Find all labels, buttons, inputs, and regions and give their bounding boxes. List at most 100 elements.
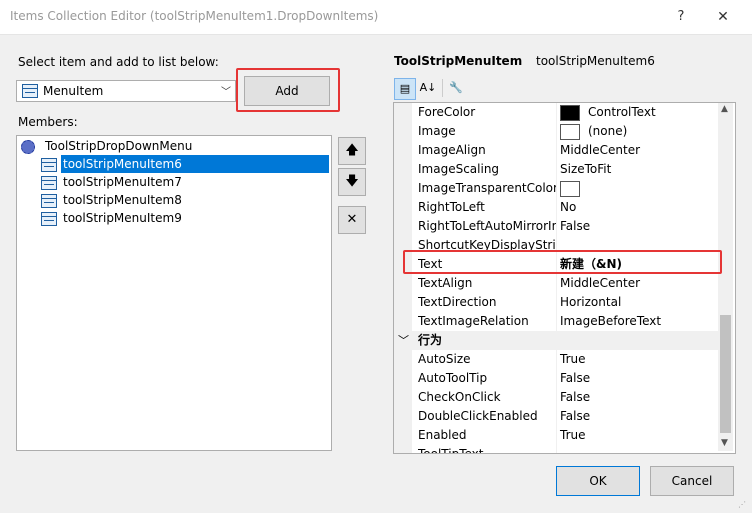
property-row[interactable]: ForeColor ControlText	[394, 103, 720, 122]
property-row[interactable]: AutoToolTip False	[394, 369, 720, 388]
arrow-down-icon: 🡇	[345, 174, 359, 189]
property-value[interactable]: True	[560, 350, 586, 369]
property-value[interactable]: ControlText	[560, 103, 656, 122]
tree-item-3[interactable]: toolStripMenuItem9	[61, 209, 329, 227]
categorized-button[interactable]: ▤	[394, 78, 416, 100]
property-row[interactable]: Image (none)	[394, 122, 720, 141]
property-name: TextDirection	[418, 293, 557, 312]
help-button[interactable]: ?	[670, 6, 692, 28]
select-item-label: Select item and add to list below:	[18, 55, 219, 69]
color-swatch	[560, 104, 580, 121]
add-highlight-box	[236, 68, 340, 112]
tree-item-1[interactable]: toolStripMenuItem7	[61, 173, 329, 191]
scroll-down-icon[interactable]: ▼	[721, 438, 728, 448]
property-name: RightToLeftAutoMirrorImage	[418, 217, 557, 236]
property-name: ToolTipText	[418, 445, 557, 453]
property-row[interactable]: ImageAlign MiddleCenter	[394, 141, 720, 160]
category-name: 行为	[418, 331, 556, 350]
image-swatch	[560, 123, 580, 140]
toolbar-divider	[442, 79, 443, 97]
cancel-button[interactable]: Cancel	[650, 466, 734, 496]
property-value-text: ControlText	[588, 105, 656, 119]
text-row-highlight-box	[403, 250, 722, 274]
gear-icon	[21, 140, 35, 154]
tree-item-label: toolStripMenuItem6	[63, 157, 182, 171]
tree-root[interactable]: ToolStripDropDownMenu	[17, 137, 329, 155]
close-button[interactable]: ✕	[712, 6, 734, 28]
move-up-button[interactable]: 🡅	[338, 137, 366, 165]
property-value[interactable]: False	[560, 388, 590, 407]
chevron-down-icon[interactable]: ﹀	[398, 332, 409, 348]
property-value[interactable]: SizeToFit	[560, 160, 611, 179]
members-label: Members:	[18, 115, 78, 129]
property-name: RightToLeft	[418, 198, 557, 217]
property-value[interactable]: (none)	[560, 122, 627, 141]
property-value[interactable]: No	[560, 198, 576, 217]
property-value[interactable]: False	[560, 369, 590, 388]
property-row[interactable]: ToolTipText	[394, 445, 720, 453]
property-name: Image	[418, 122, 557, 141]
wrench-icon: 🔧	[449, 81, 463, 94]
color-swatch	[560, 180, 580, 197]
scrollbar-thumb[interactable]	[720, 315, 731, 433]
item-type-combo[interactable]: MenuItem ﹀	[16, 80, 236, 102]
delete-button[interactable]: ✕	[338, 206, 366, 234]
property-row[interactable]: AutoSize True	[394, 350, 720, 369]
property-value[interactable]: True	[560, 426, 586, 445]
chevron-down-icon: ﹀	[221, 87, 231, 98]
property-value[interactable]: MiddleCenter	[560, 141, 640, 160]
property-object-name: toolStripMenuItem6	[536, 54, 655, 68]
property-grid[interactable]: ForeColor ControlText Image (none) ImageAl…	[393, 102, 736, 454]
property-pages-button[interactable]: 🔧	[446, 78, 466, 98]
tree-item-label: toolStripMenuItem9	[63, 211, 182, 225]
resize-grip-icon[interactable]: ⋰	[738, 500, 748, 510]
property-row[interactable]: DoubleClickEnabled False	[394, 407, 720, 426]
move-down-button[interactable]: 🡇	[338, 168, 366, 196]
menu-item-icon	[41, 212, 57, 226]
property-type-label: ToolStripMenuItem	[394, 54, 523, 68]
arrow-up-icon: 🡅	[345, 143, 359, 158]
property-name: AutoSize	[418, 350, 557, 369]
category-row[interactable]: ﹀ 行为	[394, 331, 720, 350]
property-row[interactable]: RightToLeftAutoMirrorImageFalse	[394, 217, 720, 236]
property-name: CheckOnClick	[418, 388, 557, 407]
property-name: TextAlign	[418, 274, 557, 293]
tree-item-label: toolStripMenuItem8	[63, 193, 182, 207]
property-value[interactable]: Horizontal	[560, 293, 621, 312]
property-value[interactable]: MiddleCenter	[560, 274, 640, 293]
window-title: Items Collection Editor (toolStripMenuIt…	[10, 9, 379, 23]
alphabetical-button[interactable]: A↓	[418, 78, 438, 98]
tree-item-label: toolStripMenuItem7	[63, 175, 182, 189]
property-row[interactable]: TextDirection Horizontal	[394, 293, 720, 312]
menu-item-icon	[41, 194, 57, 208]
ok-button-label: OK	[589, 474, 607, 488]
property-row[interactable]: ImageTransparentColor	[394, 179, 720, 198]
property-row[interactable]: Enabled True	[394, 426, 720, 445]
menu-item-icon	[41, 176, 57, 190]
tree-item-0[interactable]: toolStripMenuItem6	[61, 155, 329, 173]
property-value-text: (none)	[588, 124, 628, 138]
categorized-icon: ▤	[399, 82, 411, 95]
property-value[interactable]: False	[560, 407, 590, 426]
property-name: TextImageRelation	[418, 312, 557, 331]
scroll-up-icon[interactable]: ▲	[721, 104, 728, 114]
ok-button[interactable]: OK	[556, 466, 640, 496]
property-value[interactable]	[560, 179, 588, 198]
property-name: ImageAlign	[418, 141, 557, 160]
property-name: ImageTransparentColor	[418, 179, 557, 198]
tree-item-2[interactable]: toolStripMenuItem8	[61, 191, 329, 209]
menu-item-icon	[22, 84, 38, 98]
property-row[interactable]: ImageScaling SizeToFit	[394, 160, 720, 179]
property-row[interactable]: TextImageRelation ImageBeforeText	[394, 312, 720, 331]
alphabetical-icon: A↓	[419, 81, 437, 94]
delete-icon: ✕	[346, 212, 358, 227]
item-type-value: MenuItem	[43, 84, 104, 98]
property-row[interactable]: CheckOnClick False	[394, 388, 720, 407]
property-value[interactable]: False	[560, 217, 590, 236]
property-row[interactable]: TextAlign MiddleCenter	[394, 274, 720, 293]
property-row[interactable]: RightToLeft No	[394, 198, 720, 217]
property-name: Enabled	[418, 426, 557, 445]
members-tree[interactable]: ToolStripDropDownMenu toolStripMenuItem6…	[16, 135, 332, 451]
property-name: ImageScaling	[418, 160, 557, 179]
property-value[interactable]: ImageBeforeText	[560, 312, 661, 331]
